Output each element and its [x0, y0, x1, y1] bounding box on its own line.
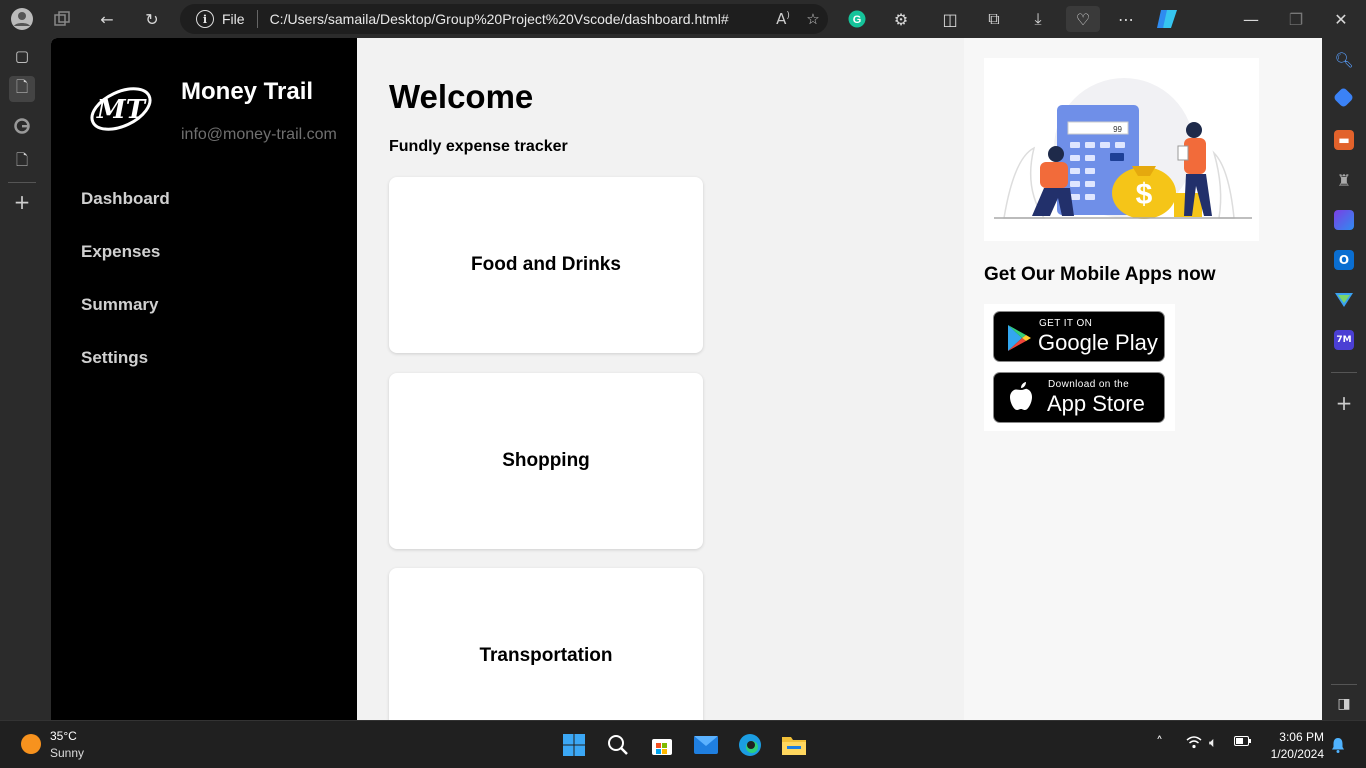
grammarly-letter: G	[853, 14, 862, 26]
mobile-apps-heading: Get Our Mobile Apps now	[984, 264, 1216, 285]
vertical-tab-strip: ▢ 🗋 🗋 +	[0, 38, 44, 720]
edge-browser-icon[interactable]	[736, 731, 764, 759]
app-store-big-text: App Store	[1047, 391, 1145, 416]
google-tab-icon[interactable]	[9, 113, 35, 139]
workspaces-icon[interactable]	[49, 6, 75, 32]
shopping-tag-icon[interactable]	[1332, 86, 1355, 109]
weather-condition[interactable]: Sunny	[50, 746, 84, 760]
page-tab-icon[interactable]: 🗋	[9, 149, 35, 175]
notification-bell-icon[interactable]	[1331, 737, 1345, 757]
tools-briefcase-icon[interactable]: ▬	[1334, 130, 1354, 150]
app-sidebar: MT Money Trail info@money-trail.com Dash…	[51, 38, 357, 720]
google-play-big-text: Google Play	[1038, 330, 1158, 355]
sidebar-divider-bottom	[1331, 684, 1357, 685]
copilot-icon[interactable]	[1154, 6, 1180, 32]
close-icon[interactable]: ✕	[1328, 6, 1354, 32]
brand-name: Money Trail	[181, 78, 314, 105]
address-divider	[256, 10, 258, 28]
store-badges: GET IT ON Google Play Download on the Ap…	[984, 304, 1175, 431]
back-arrow-icon[interactable]: ←	[94, 6, 120, 32]
card-label: Shopping	[502, 450, 590, 471]
games-chess-icon[interactable]: ♜	[1334, 170, 1354, 190]
grammarly-icon[interactable]: G	[844, 6, 870, 32]
favorite-star-icon[interactable]: ☆	[798, 10, 828, 28]
show-hidden-icons-chevron-icon[interactable]: ˄	[1156, 735, 1163, 751]
main-content: Welcome Fundly expense tracker Food and …	[357, 38, 964, 720]
sun-icon[interactable]	[21, 734, 41, 754]
extension-badge-icon[interactable]: 7M	[1334, 330, 1354, 350]
search-icon[interactable]: 🔍︎	[1334, 50, 1354, 70]
clock-time[interactable]: 3:06 PM	[1268, 730, 1324, 744]
browser-sidebar: 🔍︎ ▬ ♜ O 7M + ◨	[1322, 38, 1366, 720]
file-explorer-icon[interactable]	[780, 731, 808, 759]
nav-item-expenses[interactable]: Expenses	[81, 242, 160, 262]
nav-item-dashboard[interactable]: Dashboard	[81, 189, 170, 209]
card-label: Transportation	[479, 645, 613, 666]
volume-icon[interactable]: 🔈︎	[1209, 735, 1217, 751]
extensions-icon[interactable]: ⚙	[888, 6, 914, 32]
send-drop-icon[interactable]	[1334, 290, 1354, 310]
category-card-transportation[interactable]: Transportation	[389, 568, 703, 720]
more-menu-icon[interactable]: ⋯	[1113, 6, 1139, 32]
dollar-sign-glyph: $	[1136, 178, 1153, 211]
active-tab-page-icon[interactable]: 🗋	[9, 76, 35, 102]
google-play-small-text: GET IT ON	[1039, 318, 1093, 329]
search-taskbar-icon[interactable]	[604, 731, 632, 759]
weather-temperature[interactable]: 35°C	[50, 729, 77, 743]
file-label: File	[222, 11, 245, 27]
info-icon[interactable]: i	[196, 10, 214, 28]
category-card-shopping[interactable]: Shopping	[389, 373, 703, 549]
logo-letters: MT	[96, 95, 147, 125]
app-store-small-text: Download on the	[1048, 379, 1130, 390]
hide-sidebar-icon[interactable]: ◨	[1334, 694, 1354, 714]
finance-illustration: 99 $	[984, 58, 1259, 241]
address-bar[interactable]: i File C:/Users/samaila/Desktop/Group%20…	[180, 4, 828, 34]
read-aloud-icon[interactable]: A)	[768, 10, 798, 28]
add-sidebar-plus-icon[interactable]: +	[1334, 391, 1354, 415]
browser-essentials-icon[interactable]: ♡	[1066, 6, 1100, 32]
card-label: Food and Drinks	[471, 254, 621, 275]
right-panel: 99 $ Get Our Mobile Apps now GET IT ON G…	[964, 38, 1322, 720]
page-title: Welcome	[389, 78, 534, 115]
google-play-button[interactable]: GET IT ON Google Play	[993, 311, 1165, 362]
extension-badge-label: 7M	[1336, 335, 1352, 345]
refresh-icon[interactable]: ↻	[139, 6, 165, 32]
windows-taskbar: 35°C Sunny ˄ 🔈︎ 3:06 PM 1/20/2024	[0, 720, 1366, 768]
calculator-display: 99	[1113, 125, 1122, 134]
new-tab-plus-icon[interactable]: +	[9, 189, 35, 215]
google-play-icon	[1006, 324, 1032, 357]
outlook-icon[interactable]: O	[1334, 250, 1354, 270]
windows-start-icon[interactable]	[560, 731, 588, 759]
browser-toolbar: ← ↻ i File C:/Users/samaila/Desktop/Grou…	[0, 0, 1366, 38]
downloads-icon[interactable]: ⤓	[1025, 6, 1051, 32]
money-trail-logo: MT	[87, 80, 155, 138]
office-icon[interactable]	[1334, 210, 1354, 230]
split-screen-icon[interactable]: ◫	[937, 6, 963, 32]
tab-divider	[8, 182, 36, 183]
category-card-food[interactable]: Food and Drinks	[389, 177, 703, 353]
web-page: MT Money Trail info@money-trail.com Dash…	[51, 38, 1322, 720]
clock-date[interactable]: 1/20/2024	[1262, 747, 1324, 761]
mail-icon[interactable]	[692, 731, 720, 759]
page-subtitle: Fundly expense tracker	[389, 138, 568, 155]
wifi-icon[interactable]	[1186, 735, 1202, 753]
contact-email[interactable]: info@money-trail.com	[181, 126, 337, 144]
app-store-button[interactable]: Download on the App Store	[993, 372, 1165, 423]
apple-icon	[1008, 381, 1034, 418]
restore-icon[interactable]: ❐	[1283, 6, 1309, 32]
nav-item-summary[interactable]: Summary	[81, 295, 158, 315]
battery-icon[interactable]	[1234, 735, 1252, 751]
sidebar-divider	[1331, 372, 1357, 373]
tab-actions-icon[interactable]: ▢	[9, 43, 35, 69]
url-text[interactable]: C:/Users/samaila/Desktop/Group%20Project…	[270, 11, 768, 27]
minimize-icon[interactable]: —	[1238, 6, 1264, 32]
nav-item-settings[interactable]: Settings	[81, 348, 148, 368]
microsoft-store-icon[interactable]	[648, 731, 676, 759]
profile-icon[interactable]	[9, 6, 35, 32]
collections-icon[interactable]: ⧉	[981, 6, 1007, 32]
